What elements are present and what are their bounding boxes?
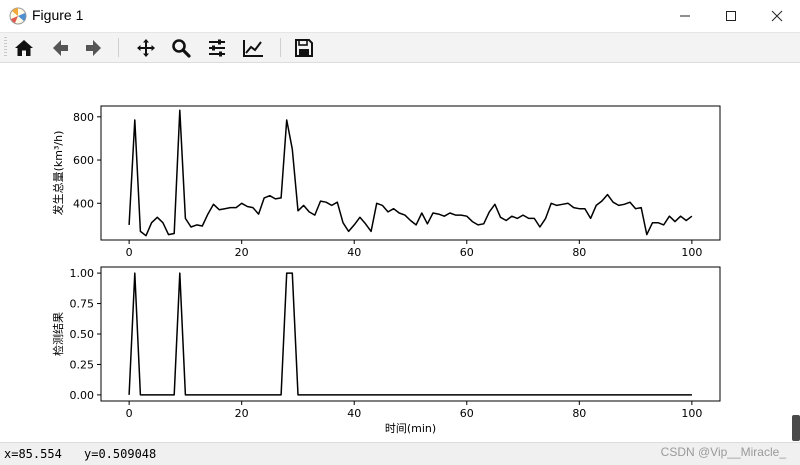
axes-top: 0 20 40 60 80 100 400 600 800 发生总量(km³/h) [51, 105, 721, 259]
scrollbar-thumb[interactable] [792, 415, 800, 441]
y-coordinate-readout: y=0.509048 [84, 447, 157, 461]
back-icon [53, 39, 68, 56]
home-button[interactable] [11, 35, 37, 60]
series-line [128, 272, 692, 396]
y-tick-label: 0.25 [70, 358, 95, 371]
subplots-button[interactable] [204, 35, 230, 60]
home-icon [15, 39, 33, 56]
zoom-button[interactable] [168, 35, 194, 60]
minimize-icon [680, 15, 690, 17]
toolbar-separator [118, 38, 119, 57]
maximize-button[interactable] [708, 0, 754, 32]
figure-canvas[interactable]: 0 20 40 60 80 100 400 600 800 发生总量(km³/h) 0 20 40 60… [0, 63, 800, 442]
watermark: CSDN @Vip__Miracle_ [660, 445, 786, 459]
x-tick-label: 80 [572, 407, 586, 420]
forward-icon [86, 39, 101, 56]
customize-button[interactable] [240, 35, 266, 60]
x-tick-label: 20 [235, 407, 249, 420]
toolbar-separator [280, 38, 281, 57]
subplots-icon [209, 39, 225, 56]
y-tick-label: 0.50 [70, 328, 95, 341]
window-title: Figure 1 [32, 7, 84, 23]
x-tick-label: 20 [235, 246, 249, 259]
save-button[interactable] [291, 35, 317, 60]
matplotlib-app-icon [9, 7, 27, 25]
y-axis-label: 发生总量(km³/h) [51, 131, 65, 216]
x-tick-label: 60 [460, 246, 474, 259]
figure-svg: 0 20 40 60 80 100 400 600 800 发生总量(km³/h) 0 20 40 60… [51, 105, 721, 435]
back-button[interactable] [47, 35, 73, 60]
y-tick-label: 800 [73, 111, 94, 124]
zoom-icon [172, 38, 191, 58]
y-axis-label: 检测结果 [51, 312, 65, 356]
toolbar-grip[interactable] [4, 37, 7, 58]
pan-icon [137, 38, 155, 57]
series-line [128, 109, 693, 237]
axes-bottom: 0 20 40 60 80 100 0.00 0.25 0.50 0.75 1.00 检测结果时间(m… [51, 266, 721, 435]
status-bar: x=85.554 y=0.509048 CSDN @Vip__Miracle_ [0, 442, 800, 465]
x-tick-label: 100 [681, 407, 702, 420]
close-icon [771, 10, 783, 22]
y-tick-label: 0.00 [70, 389, 95, 402]
axes-frame [100, 266, 721, 402]
y-tick-label: 600 [73, 154, 94, 167]
y-tick-label: 0.75 [70, 298, 95, 311]
x-tick-label: 60 [460, 407, 474, 420]
save-icon [295, 38, 313, 57]
x-axis-label: 时间(min) [385, 422, 436, 435]
forward-button[interactable] [81, 35, 107, 60]
title-bar: Figure 1 [0, 0, 800, 33]
pan-button[interactable] [133, 35, 159, 60]
x-tick-label: 40 [347, 246, 361, 259]
x-tick-label: 80 [572, 246, 586, 259]
x-tick-label: 0 [126, 407, 133, 420]
minimize-button[interactable] [662, 0, 708, 32]
y-tick-label: 1.00 [70, 267, 95, 280]
close-button[interactable] [754, 0, 800, 32]
x-coordinate-readout: x=85.554 [4, 447, 62, 461]
x-tick-label: 100 [681, 246, 702, 259]
navigation-toolbar [0, 33, 800, 63]
customize-icon [243, 39, 263, 57]
y-tick-label: 400 [73, 197, 94, 210]
x-tick-label: 40 [347, 407, 361, 420]
maximize-icon [726, 11, 736, 21]
x-tick-label: 0 [126, 246, 133, 259]
